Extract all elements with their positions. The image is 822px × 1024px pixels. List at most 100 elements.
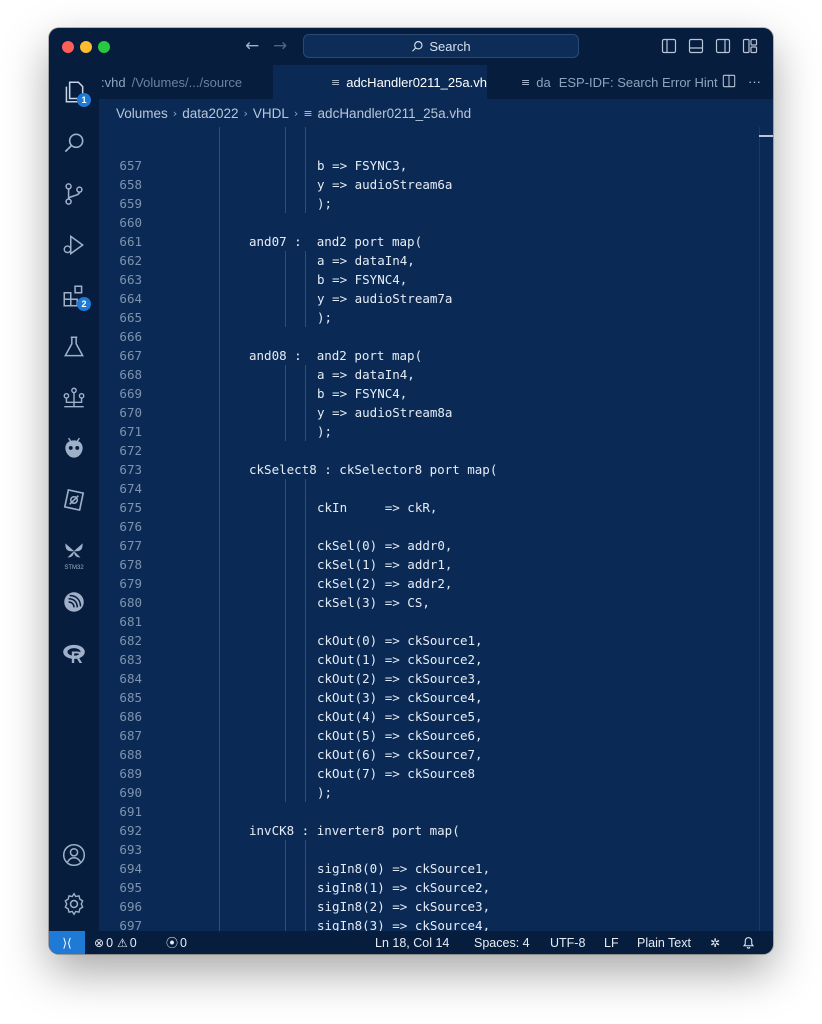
code-line[interactable]: 673 ckSelect8 : ckSelector8 port map( xyxy=(99,460,773,479)
indent-guide xyxy=(305,479,306,498)
code-line[interactable]: 683 ckOut(1) => ckSource2, xyxy=(99,650,773,669)
code-line[interactable]: 669 b => FSYNC4, xyxy=(99,384,773,403)
code-line[interactable]: 664 y => audioStream7a xyxy=(99,289,773,308)
indent-guide xyxy=(219,783,220,802)
accounts-icon[interactable] xyxy=(59,840,89,870)
code-line[interactable]: 684 ckOut(2) => ckSource3, xyxy=(99,669,773,688)
extensions-icon[interactable]: 2 xyxy=(59,281,91,311)
breadcrumb-item[interactable]: VHDL xyxy=(253,106,289,121)
code-line[interactable]: 677 ckSel(0) => addr0, xyxy=(99,536,773,555)
code-line[interactable]: 689 ckOut(7) => ckSource8 xyxy=(99,764,773,783)
indent-guide xyxy=(219,517,220,536)
code-line[interactable]: 665); xyxy=(99,308,773,327)
indent-guide xyxy=(285,764,286,783)
indent-guide xyxy=(285,840,286,859)
platformio-alien-icon[interactable] xyxy=(59,434,89,464)
indent-guide xyxy=(305,270,306,289)
gitlens-icon[interactable] xyxy=(59,485,89,515)
end-of-line[interactable]: LF xyxy=(604,931,619,954)
remote-indicator-icon[interactable]: ⟩⟨ xyxy=(49,931,85,954)
code-line[interactable]: 681 xyxy=(99,612,773,631)
source-control-icon[interactable] xyxy=(59,179,89,209)
more-actions-icon[interactable]: ··· xyxy=(748,74,761,89)
code-line[interactable]: 659); xyxy=(99,194,773,213)
code-line[interactable]: 666 xyxy=(99,327,773,346)
code-line[interactable]: 685 ckOut(3) => ckSource4, xyxy=(99,688,773,707)
split-editor-icon[interactable] xyxy=(722,74,736,88)
code-line[interactable]: 668 a => dataIn4, xyxy=(99,365,773,384)
code-line[interactable]: 686 ckOut(4) => ckSource5, xyxy=(99,707,773,726)
settings-gear-icon[interactable] xyxy=(59,889,89,919)
code-line[interactable]: 672 xyxy=(99,441,773,460)
code-line[interactable]: 680 ckSel(3) => CS, xyxy=(99,593,773,612)
toggle-panel-icon[interactable] xyxy=(688,38,704,54)
remote-explorer-icon[interactable] xyxy=(59,383,89,413)
code-line[interactable]: 688 ckOut(6) => ckSource7, xyxy=(99,745,773,764)
code-line[interactable]: 670 y => audioStream8a xyxy=(99,403,773,422)
tab-label: :vhd xyxy=(101,74,126,90)
search-icon[interactable] xyxy=(59,128,89,158)
problems-indicator[interactable]: ⊗ 0 ⚠ 0 xyxy=(94,931,137,954)
customize-layout-icon[interactable] xyxy=(742,38,758,54)
code-line[interactable]: 678 ckSel(1) => addr1, xyxy=(99,555,773,574)
code-line[interactable]: 662 a => dataIn4, xyxy=(99,251,773,270)
code-line[interactable]: 658 y => audioStream6a xyxy=(99,175,773,194)
cursor-position[interactable]: Ln 18, Col 14 xyxy=(375,931,449,954)
indent-guide xyxy=(219,498,220,517)
code-line[interactable]: 674 xyxy=(99,479,773,498)
testing-flask-icon[interactable] xyxy=(59,332,89,362)
command-center-search[interactable]: Search xyxy=(303,34,579,58)
code-line[interactable]: 676 xyxy=(99,517,773,536)
close-window-button[interactable] xyxy=(62,41,74,53)
code-text: ckOut(3) => ckSource4, xyxy=(317,690,483,705)
code-line[interactable]: 663 b => FSYNC4, xyxy=(99,270,773,289)
run-and-debug-icon[interactable] xyxy=(59,230,89,260)
indent-guide xyxy=(305,194,306,213)
feedback-icon[interactable]: ✲ xyxy=(710,931,722,954)
code-text: y => audioStream6a xyxy=(317,177,453,192)
code-line[interactable]: 691 xyxy=(99,802,773,821)
code-line[interactable]: 690); xyxy=(99,783,773,802)
r-language-icon[interactable]: R xyxy=(59,638,89,668)
espressif-icon[interactable] xyxy=(59,587,89,617)
breadcrumb-item[interactable]: data2022 xyxy=(182,106,238,121)
toggle-primary-sidebar-icon[interactable] xyxy=(661,38,677,54)
notifications-bell-icon[interactable] xyxy=(742,931,755,954)
minimize-window-button[interactable] xyxy=(80,41,92,53)
code-line[interactable]: 671); xyxy=(99,422,773,441)
code-line[interactable]: 661 and07 : and2 port map( xyxy=(99,232,773,251)
toggle-secondary-sidebar-icon[interactable] xyxy=(715,38,731,54)
code-line[interactable]: 696 sigIn8(2) => ckSource3, xyxy=(99,897,773,916)
code-line[interactable]: 695 sigIn8(1) => ckSource2, xyxy=(99,878,773,897)
code-line[interactable]: 687 ckOut(5) => ckSource6, xyxy=(99,726,773,745)
zoom-window-button[interactable] xyxy=(98,41,110,53)
tab-adc-handler[interactable]: ≡ adcHandler0211_25a.vhd ✕ xyxy=(273,65,487,99)
code-line[interactable]: 667 and08 : and2 port map( xyxy=(99,346,773,365)
code-line[interactable]: 692 invCK8 : inverter8 port map( xyxy=(99,821,773,840)
scroll-position-marker xyxy=(759,135,773,137)
code-line[interactable]: 682 ckOut(0) => ckSource1, xyxy=(99,631,773,650)
code-line[interactable]: 679 ckSel(2) => addr2, xyxy=(99,574,773,593)
go-back-arrow-icon[interactable]: ← xyxy=(245,36,259,56)
code-line[interactable]: 657 b => FSYNC3, xyxy=(99,156,773,175)
explorer-icon[interactable]: 1 xyxy=(59,77,91,107)
code-editor[interactable]: 657 b => FSYNC3, 658 y => audioStream6a 659)… xyxy=(99,127,773,931)
code-line[interactable]: 675 ckIn => ckR, xyxy=(99,498,773,517)
breadcrumb-item[interactable]: adcHandler0211_25a.vhd xyxy=(318,106,472,121)
encoding[interactable]: UTF-8 xyxy=(550,931,585,954)
code-line[interactable]: 694 sigIn8(0) => ckSource1, xyxy=(99,859,773,878)
breadcrumb-item[interactable]: Volumes xyxy=(116,106,168,121)
code-line[interactable]: 697 sigIn8(3) => ckSource4, xyxy=(99,916,773,931)
indentation[interactable]: Spaces: 4 xyxy=(474,931,530,954)
stm32-butterfly-icon[interactable] xyxy=(59,536,89,566)
code-text: sigIn8(3) => ckSource4, xyxy=(317,918,491,931)
code-text: ckOut(2) => ckSource3, xyxy=(317,671,483,686)
tab-source-vhd[interactable]: :vhd /Volumes/.../source xyxy=(99,65,273,99)
code-line[interactable]: 660 xyxy=(99,213,773,232)
ports-indicator[interactable]: ⦿ 0 xyxy=(166,931,187,954)
go-forward-arrow-icon[interactable]: → xyxy=(273,36,287,56)
indent-guide xyxy=(285,536,286,555)
tab-esp-idf-search[interactable]: ≡ da ESP-IDF: Search Error Hint xyxy=(489,65,759,99)
language-mode[interactable]: Plain Text xyxy=(637,931,691,954)
code-line[interactable]: 693 xyxy=(99,840,773,859)
